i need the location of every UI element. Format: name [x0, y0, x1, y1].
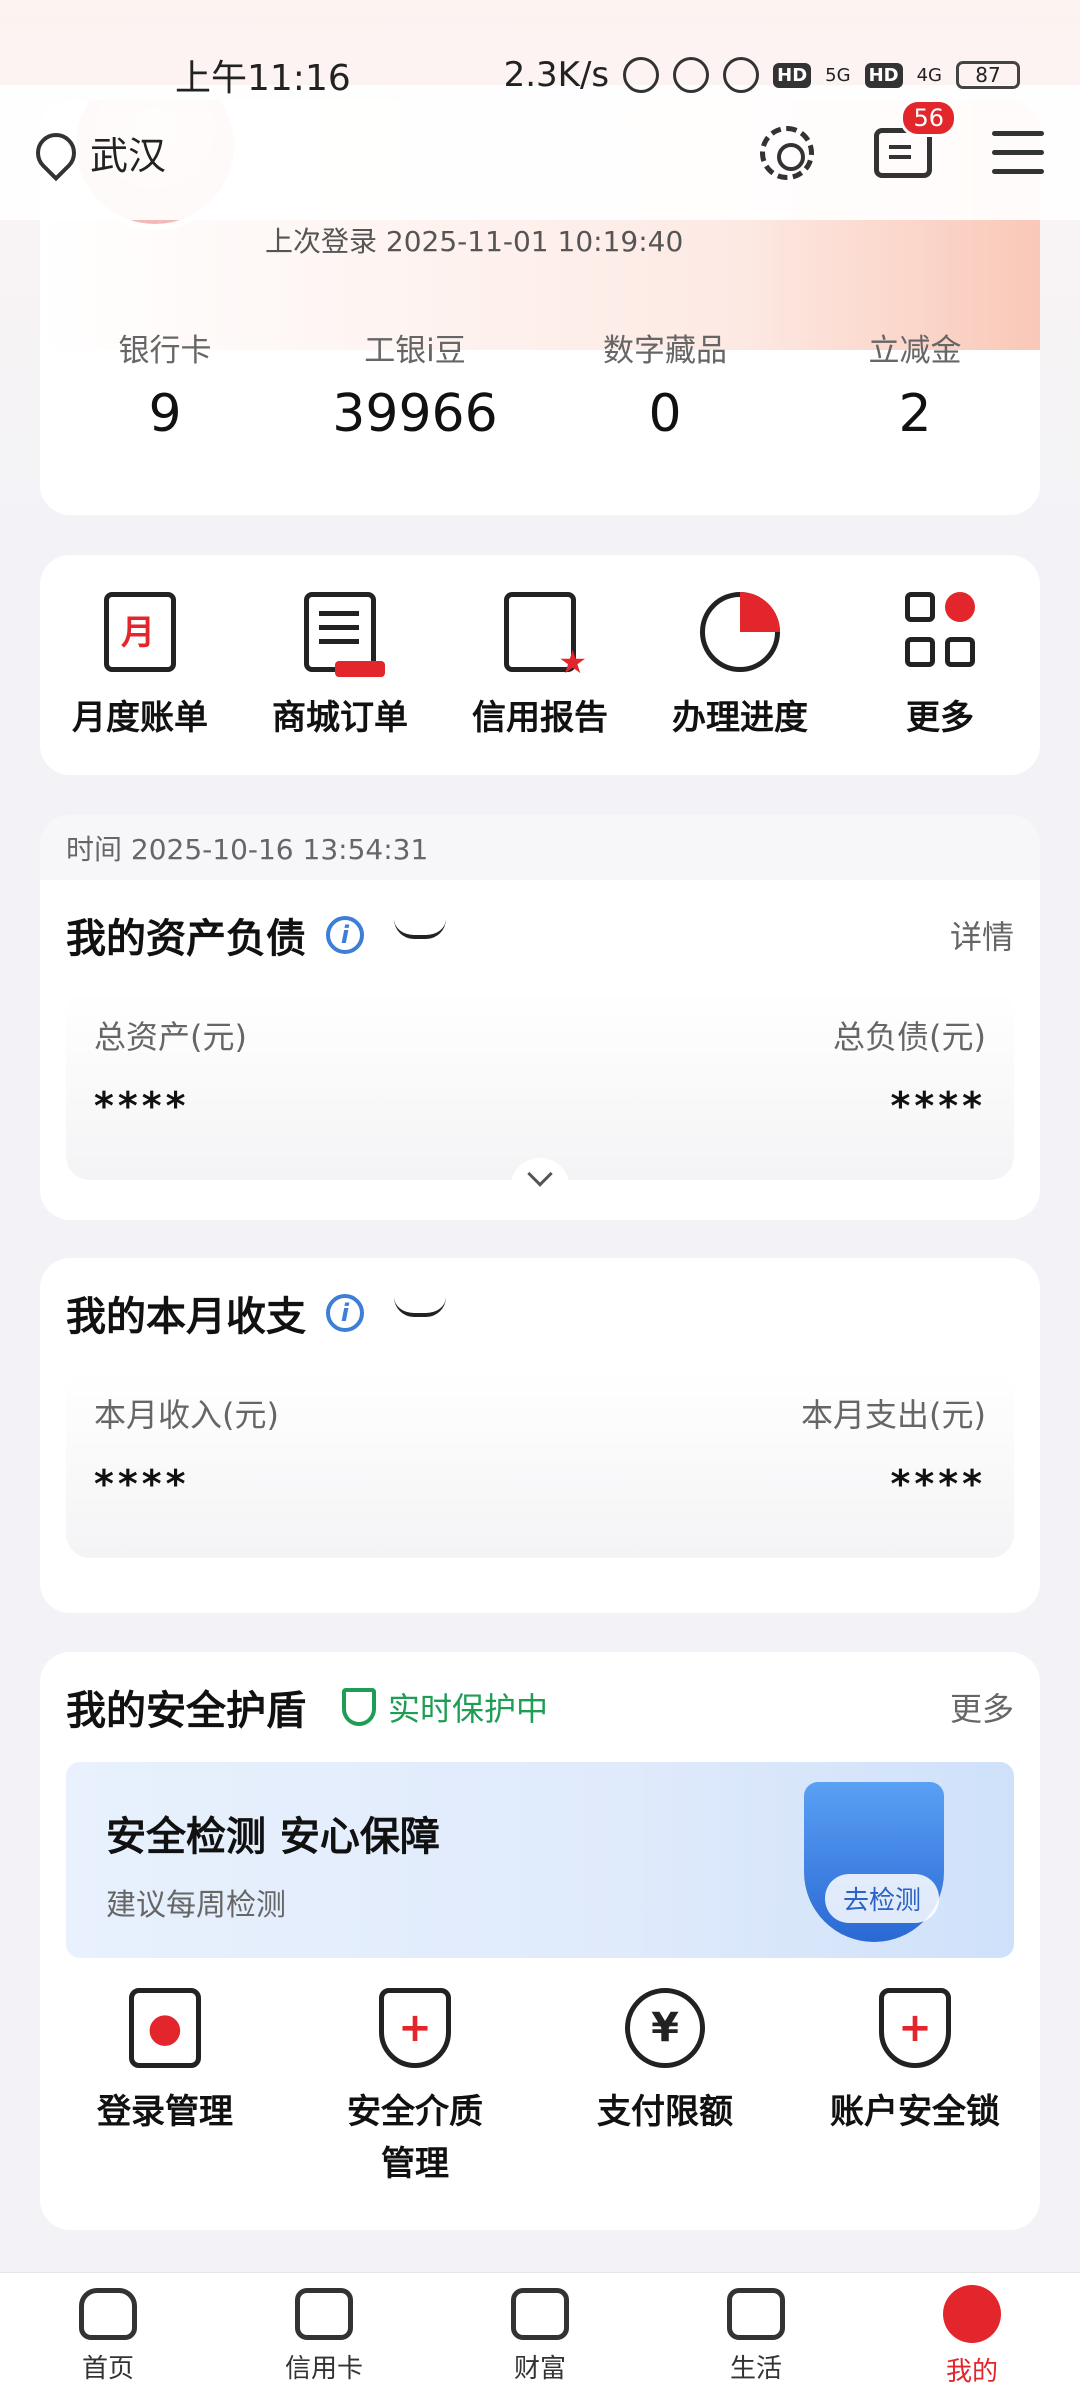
security-check-banner[interactable]: 安全检测 安心保障 建议每周检测 去检测	[66, 1762, 1014, 1958]
stat-label: 工银i豆	[364, 333, 466, 369]
last-login-time: 上次登录 2025-11-01 10:19:40	[265, 225, 684, 258]
pie-progress-icon	[700, 591, 780, 672]
assets-timestamp: 时间 2025-10-16 13:54:31	[40, 815, 1040, 880]
security-media-management[interactable]: + 安全介质管理	[290, 1988, 540, 2190]
stat-label: 立减金	[868, 333, 962, 369]
quick-more[interactable]: 更多	[840, 591, 1040, 739]
alarm-icon	[723, 57, 760, 93]
stat-bank-cards[interactable]: 银行卡 9	[40, 325, 290, 444]
login-lock-icon: ●	[129, 1988, 201, 2068]
info-icon[interactable]: i	[326, 916, 364, 954]
expense-label: 本月支出(元)	[801, 1396, 986, 1434]
total-assets-label: 总资产(元)	[94, 1018, 247, 1056]
eye-closed-icon[interactable]	[394, 1297, 446, 1317]
nav-label: 首页	[81, 2354, 134, 2384]
nav-mine[interactable]: 我的	[864, 2273, 1080, 2400]
total-liabilities-value: ****	[890, 1084, 986, 1128]
income-summary: 本月收入(元) 本月支出(元) **** ****	[66, 1368, 1014, 1558]
security-card: 我的安全护盾 实时保护中 更多 安全检测 安心保障 建议每周检测 去检测 ● 登…	[40, 1652, 1040, 2230]
ticket-icon	[727, 2288, 785, 2340]
assets-title: 我的资产负债	[66, 916, 306, 962]
assets-summary: 总资产(元) 总负债(元) **** ****	[66, 990, 1014, 1198]
security-payment-limit[interactable]: ¥ 支付限额	[540, 1988, 790, 2190]
yen-limit-icon: ¥	[625, 1988, 705, 2068]
security-item-label: 支付限额	[597, 2092, 733, 2132]
quick-menu: 月度账单 商城订单 信用报告 办理进度 更多	[40, 555, 1040, 775]
shield-check-icon	[342, 1688, 376, 1726]
quick-label: 月度账单	[72, 697, 208, 738]
network-speed: 2.3K/s	[503, 55, 610, 95]
security-more-link[interactable]: 更多	[950, 1684, 1014, 1730]
monthly-bill-icon	[104, 591, 176, 672]
quick-label: 更多	[906, 697, 974, 738]
quick-label: 信用报告	[472, 697, 608, 738]
nav-life[interactable]: 生活	[648, 2273, 864, 2400]
quick-label: 商城订单	[272, 697, 408, 738]
nav-credit-card[interactable]: 信用卡	[216, 2273, 432, 2400]
signal-5g-icon: 5G	[825, 64, 851, 86]
income-card: 我的本月收支 i 本月收入(元) 本月支出(元) **** ****	[40, 1258, 1040, 1613]
nav-label: 我的	[945, 2357, 998, 2387]
nav-label: 财富	[513, 2354, 566, 2384]
total-assets-value: ****	[94, 1084, 190, 1128]
quick-monthly-bill[interactable]: 月度账单	[40, 591, 240, 739]
security-item-label: 账户安全锁	[830, 2092, 1000, 2132]
eye-closed-icon[interactable]	[394, 919, 446, 939]
security-login-management[interactable]: ● 登录管理	[40, 1988, 290, 2190]
nav-label: 信用卡	[284, 2354, 363, 2384]
status-time: 上午11:16	[175, 58, 351, 99]
go-check-button[interactable]: 去检测	[824, 1874, 939, 1923]
mute-icon	[673, 57, 710, 93]
status-bar: 上午11:16 2.3K/s HD 5G HD 4G 87	[0, 0, 1080, 150]
signal-4g-icon: 4G	[916, 64, 942, 86]
protection-status-label: 实时保护中	[388, 1690, 549, 1728]
nav-home[interactable]: 首页	[0, 2273, 216, 2400]
quick-mall-orders[interactable]: 商城订单	[240, 591, 440, 739]
mine-smile-icon	[943, 2285, 1001, 2343]
hd-icon: HD	[773, 62, 812, 88]
stat-label: 银行卡	[118, 333, 212, 369]
stat-label: 数字藏品	[603, 333, 727, 369]
stat-collectibles[interactable]: 数字藏品 0	[540, 325, 790, 444]
security-item-label: 登录管理	[97, 2092, 233, 2132]
assets-card: 时间 2025-10-16 13:54:31 我的资产负债 i 详情 总资产(元…	[40, 815, 1040, 1220]
stat-value: 0	[648, 384, 682, 444]
home-icon	[79, 2288, 137, 2340]
battery-icon: 87	[956, 61, 1020, 89]
expand-chevron-icon[interactable]	[510, 1158, 570, 1198]
nav-wealth[interactable]: 财富	[432, 2273, 648, 2400]
bottom-nav: 首页 信用卡 财富 生活 我的	[0, 2272, 1080, 2400]
stat-discount[interactable]: 立减金 2	[790, 325, 1040, 444]
quick-label: 办理进度	[672, 697, 808, 738]
stat-value: 9	[148, 384, 182, 444]
quick-credit-report[interactable]: 信用报告	[440, 591, 640, 739]
stat-value: 39966	[332, 384, 498, 444]
protection-status: 实时保护中	[342, 1684, 548, 1730]
credit-report-icon	[504, 591, 587, 681]
income-label: 本月收入(元)	[94, 1396, 279, 1434]
order-list-icon	[304, 591, 385, 677]
security-account-lock[interactable]: + 账户安全锁	[790, 1988, 1040, 2190]
chart-icon	[511, 2288, 569, 2340]
shield-plus-icon: +	[379, 1988, 451, 2068]
nav-label: 生活	[729, 2354, 782, 2384]
credit-card-icon	[295, 2288, 353, 2340]
hd-icon: HD	[864, 62, 903, 88]
assets-detail-link[interactable]: 详情	[950, 912, 1014, 958]
total-liabilities-label: 总负债(元)	[833, 1018, 986, 1056]
shield-plus-icon: +	[879, 1988, 951, 2068]
profile-stats: 银行卡 9 工银i豆 39966 数字藏品 0 立减金 2	[40, 325, 1040, 444]
quick-progress[interactable]: 办理进度	[640, 591, 840, 739]
headphones-icon	[623, 57, 660, 93]
grid-more-icon	[905, 591, 975, 672]
stat-value: 2	[898, 384, 932, 444]
info-icon[interactable]: i	[326, 1294, 364, 1332]
income-title: 我的本月收支	[66, 1294, 306, 1340]
security-title: 我的安全护盾	[66, 1688, 306, 1734]
stat-beans[interactable]: 工银i豆 39966	[290, 325, 540, 444]
security-item-label: 安全介质管理	[347, 2092, 483, 2184]
expense-value: ****	[890, 1462, 986, 1506]
income-value: ****	[94, 1462, 190, 1506]
